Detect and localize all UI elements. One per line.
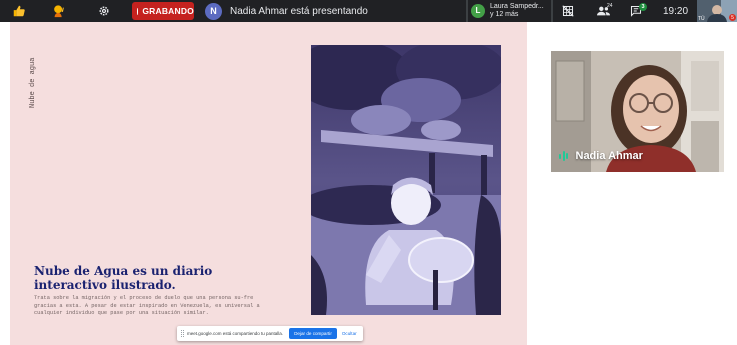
settings-button[interactable]: [93, 0, 115, 22]
gear-icon: [99, 6, 109, 16]
participant-name-label: Nadia Ahmar: [559, 150, 643, 162]
raise-hand-icon: [54, 5, 64, 18]
hide-notice-button[interactable]: Ocultar: [342, 331, 357, 336]
people-count: 24: [607, 3, 613, 9]
presenter-status: N Nadia Ahmar está presentando: [205, 2, 368, 20]
slide-photo: [311, 45, 501, 315]
people-button[interactable]: 24: [592, 0, 614, 22]
slide-vertical-title: Nube de agua: [16, 48, 37, 108]
self-view-thumbnail[interactable]: TÚ 5: [697, 0, 737, 22]
raise-hand-button[interactable]: [48, 0, 70, 22]
participants-summary[interactable]: L Laura Sampedr... y 12 más: [471, 1, 544, 21]
top-bar-divider: [466, 0, 468, 22]
participant-name: Laura Sampedr...: [490, 3, 544, 10]
participant-video-tile[interactable]: Nadia Ahmar: [551, 51, 724, 172]
speaking-indicator-icon: [559, 151, 570, 161]
thumbs-up-button[interactable]: [8, 0, 30, 22]
share-notice-text: meet.google.com está compartiendo tu pan…: [187, 331, 284, 336]
self-badge: 5: [729, 14, 736, 21]
slide-body-text: Trata sobre la migración y el proceso de…: [34, 295, 260, 317]
participant-more: y 12 más: [490, 11, 519, 18]
meet-window: GRABANDO N Nadia Ahmar está presentando …: [0, 0, 737, 345]
self-label: TÚ: [698, 16, 705, 22]
chat-button[interactable]: 3: [625, 0, 647, 22]
stop-sharing-button[interactable]: Dejar de compartir: [289, 328, 337, 339]
drag-handle-icon[interactable]: [181, 330, 184, 337]
record-dot-icon: [137, 7, 139, 15]
participants-text: Laura Sampedr... y 12 más: [490, 3, 544, 19]
top-bar-divider: [551, 0, 553, 22]
participant-avatar: L: [471, 4, 485, 18]
presenter-text: Nadia Ahmar está presentando: [230, 5, 368, 17]
slide-headline: Nube de Agua es un diario interactivo il…: [34, 264, 213, 292]
child-photo-image: [311, 45, 501, 315]
recording-indicator[interactable]: GRABANDO: [132, 2, 194, 20]
clock: 19:20: [663, 5, 689, 17]
layout-button[interactable]: [558, 0, 578, 22]
meeting-top-bar: GRABANDO N Nadia Ahmar está presentando …: [0, 0, 737, 22]
thumbs-up-icon: [13, 5, 25, 17]
chat-unread-badge: 3: [639, 3, 647, 11]
screen-share-notice: meet.google.com está compartiendo tu pan…: [177, 326, 363, 341]
recording-label: GRABANDO: [142, 6, 194, 16]
grid-off-icon: [562, 5, 574, 17]
participant-tile-name: Nadia Ahmar: [575, 150, 643, 162]
presenter-avatar: N: [205, 2, 222, 20]
slide-vertical-title-text: Nube de agua: [29, 57, 37, 108]
